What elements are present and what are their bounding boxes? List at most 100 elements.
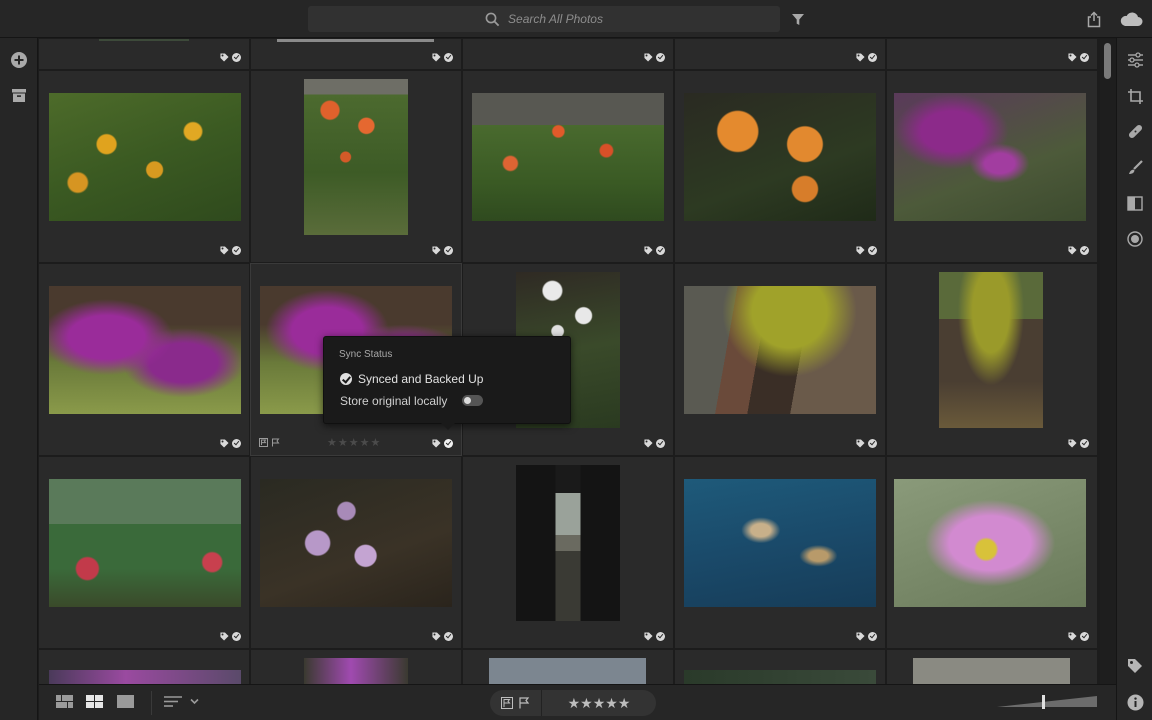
star-rating-filter[interactable]: ★★★★★ [542,695,656,712]
synced-check-icon[interactable] [232,246,241,255]
reject-flag-icon[interactable] [271,438,280,447]
photo-thumbnail[interactable] [684,670,876,684]
photo-thumbnail[interactable] [684,93,876,221]
synced-check-icon[interactable] [1080,246,1089,255]
photo-thumbnail[interactable] [489,658,646,684]
synced-check-icon[interactable] [868,632,877,641]
synced-check-icon[interactable] [444,53,453,62]
archive-icon[interactable] [9,85,29,105]
photo-cell[interactable] [887,457,1097,648]
right-rail [1116,38,1152,720]
photo-badges [220,246,241,255]
photo-cell[interactable] [887,39,1097,69]
photo-thumbnail[interactable] [304,79,408,235]
crop-icon[interactable] [1125,86,1145,106]
sort-menu-icon[interactable] [164,695,202,708]
photo-thumbnail[interactable] [49,479,241,607]
grid-scrollbar[interactable] [1100,39,1116,684]
search-placeholder[interactable]: Search All Photos [508,12,603,26]
photo-thumbnail[interactable] [99,39,189,41]
photo-cell[interactable] [463,650,673,684]
photo-thumbnail[interactable] [939,272,1043,428]
synced-check-icon[interactable] [444,246,453,255]
photo-cell[interactable] [463,71,673,262]
photo-thumbnail[interactable] [472,93,664,221]
synced-check-icon[interactable] [868,246,877,255]
reject-flag-icon[interactable] [518,697,530,709]
photo-cell[interactable] [251,39,461,69]
share-icon[interactable] [1084,9,1104,29]
photo-cell[interactable] [463,39,673,69]
photo-cell[interactable] [887,264,1097,455]
search-bar[interactable]: Search All Photos [308,6,780,32]
synced-check-icon[interactable] [656,439,665,448]
photo-cell[interactable] [251,650,461,684]
scrollbar-thumb[interactable] [1104,43,1111,79]
healing-icon[interactable] [1125,121,1145,141]
photo-grid-view-icon[interactable] [86,695,103,708]
photo-cell[interactable] [675,650,885,684]
photo-thumbnail[interactable] [684,286,876,414]
photo-thumbnail[interactable] [684,479,876,607]
photo-cell[interactable] [887,71,1097,262]
synced-check-icon[interactable] [232,439,241,448]
thumbnail-size-slider[interactable] [997,695,1097,709]
photo-cell[interactable] [887,650,1097,684]
edit-sliders-icon[interactable] [1125,50,1145,70]
synced-check-icon[interactable] [232,632,241,641]
filter-icon[interactable] [788,9,808,29]
photo-cell[interactable] [39,457,249,648]
photo-thumbnail[interactable] [49,670,241,684]
photo-thumbnail[interactable] [913,658,1070,684]
photo-thumbnail[interactable] [260,479,452,607]
photo-thumbnail[interactable] [277,39,434,42]
photo-thumbnail[interactable] [304,658,408,684]
radial-gradient-icon[interactable] [1125,229,1145,249]
photo-cell[interactable] [39,264,249,455]
photo-thumbnail[interactable] [894,479,1086,607]
store-original-toggle[interactable] [462,395,483,406]
pick-flag-icon[interactable] [501,697,513,709]
detail-view-icon[interactable] [117,695,134,708]
photo-thumbnail[interactable] [49,286,241,414]
brush-icon[interactable] [1125,157,1145,177]
flag-filter[interactable] [490,690,542,716]
photo-cell[interactable] [675,39,885,69]
synced-check-icon[interactable] [868,439,877,448]
plus-circle-icon[interactable] [9,50,29,70]
synced-check-icon[interactable] [656,53,665,62]
cloud-icon[interactable] [1119,9,1143,29]
photo-cell[interactable] [463,457,673,648]
cell-star-rating[interactable]: ★★★★★ [327,436,381,449]
photo-cell[interactable] [251,71,461,262]
synced-check-icon[interactable] [656,632,665,641]
synced-check-icon[interactable] [444,439,453,448]
synced-check-icon[interactable] [444,632,453,641]
synced-check-icon[interactable] [1080,632,1089,641]
photo-cell[interactable] [251,457,461,648]
info-icon[interactable] [1125,692,1145,712]
photo-cell[interactable] [39,650,249,684]
photo-cell[interactable] [675,457,885,648]
photo-cell[interactable] [675,264,885,455]
linear-gradient-icon[interactable] [1125,193,1145,213]
synced-check-icon[interactable] [232,53,241,62]
photo-cell[interactable] [675,71,885,262]
pick-flag-icon[interactable] [259,438,268,447]
flag-controls[interactable] [259,438,280,447]
square-grid-view-icon[interactable] [56,695,73,708]
synced-check-icon[interactable] [1080,53,1089,62]
tag-icon[interactable] [1125,656,1145,676]
photo-badges [220,632,241,641]
synced-check-icon[interactable] [1080,439,1089,448]
rating-filter-bar[interactable]: ★★★★★ [490,690,656,716]
photo-thumbnail[interactable] [894,93,1086,221]
synced-check-icon[interactable] [656,246,665,255]
photo-thumbnail[interactable] [516,465,620,621]
photo-cell[interactable] [39,71,249,262]
keyword-tag-icon [1068,246,1077,255]
photo-thumbnail[interactable] [49,93,241,221]
photo-badges [1068,53,1089,62]
synced-check-icon[interactable] [868,53,877,62]
photo-cell[interactable] [39,39,249,69]
